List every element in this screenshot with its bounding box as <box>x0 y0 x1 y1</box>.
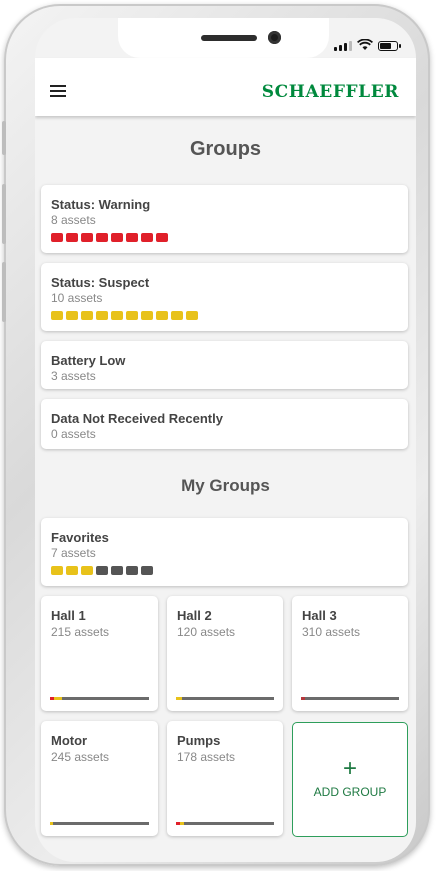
group-card-warning[interactable]: Status: Warning 8 assets <box>41 185 408 253</box>
tile-title: Motor <box>51 733 88 748</box>
suspect-asset-icons <box>51 311 198 320</box>
status-bar-indicator <box>50 697 149 700</box>
favorites-card[interactable]: Favorites 7 assets <box>41 518 408 586</box>
status-bar-indicator <box>50 822 149 825</box>
tile-asset-count: 178 assets <box>177 750 236 764</box>
asset-icon <box>111 566 123 575</box>
asset-icon <box>81 311 93 320</box>
asset-icon <box>141 566 153 575</box>
asset-icon <box>186 311 198 320</box>
group-card-suspect[interactable]: Status: Suspect 10 assets <box>41 263 408 331</box>
add-group-button[interactable]: + ADD GROUP <box>292 722 408 837</box>
group-asset-count: 3 assets <box>51 369 96 383</box>
app-bar: SCHAEFFLER <box>35 58 416 116</box>
menu-icon[interactable] <box>50 85 66 97</box>
brand-logo: SCHAEFFLER <box>261 82 399 102</box>
asset-icon <box>81 566 93 575</box>
group-tile-hall-1[interactable]: Hall 1 215 assets <box>41 596 158 711</box>
asset-icon <box>156 233 168 242</box>
asset-icon <box>96 233 108 242</box>
group-tile-hall-2[interactable]: Hall 2 120 assets <box>167 596 283 711</box>
asset-icon <box>51 311 63 320</box>
group-title: Status: Warning <box>51 197 151 212</box>
tile-asset-count: 120 assets <box>177 625 236 639</box>
asset-icon <box>66 311 78 320</box>
battery-icon <box>378 41 401 51</box>
group-asset-count: 7 assets <box>51 546 96 560</box>
asset-icon <box>156 311 168 320</box>
tile-asset-count: 310 assets <box>302 625 361 639</box>
volume-up-button <box>2 184 6 244</box>
plus-icon: + <box>342 755 357 782</box>
asset-icon <box>66 566 78 575</box>
favorite-asset-icons <box>51 566 153 575</box>
asset-icon <box>96 311 108 320</box>
asset-icon <box>141 233 153 242</box>
asset-icon <box>96 566 108 575</box>
tile-asset-count: 245 assets <box>51 750 110 764</box>
group-title: Status: Suspect <box>51 275 150 290</box>
group-tile-pumps[interactable]: Pumps 178 assets <box>167 721 283 836</box>
mute-switch <box>2 121 6 155</box>
asset-icon <box>141 311 153 320</box>
tile-title: Hall 1 <box>51 608 86 623</box>
tile-asset-count: 215 assets <box>51 625 110 639</box>
group-title: Battery Low <box>51 353 126 368</box>
group-asset-count: 10 assets <box>51 291 103 305</box>
group-asset-count: 8 assets <box>51 213 96 227</box>
group-card-data-not-received[interactable]: Data Not Received Recently 0 assets <box>41 399 408 449</box>
status-bar-indicator <box>176 697 274 700</box>
add-group-label: ADD GROUP <box>313 785 387 799</box>
my-groups-heading: My Groups <box>181 476 270 495</box>
group-card-battery-low[interactable]: Battery Low 3 assets <box>41 341 408 389</box>
status-bar-indicator <box>301 697 399 700</box>
group-title: Favorites <box>51 530 109 545</box>
notch <box>118 18 329 58</box>
tile-title: Pumps <box>177 733 221 748</box>
status-bar-indicator <box>176 822 274 825</box>
group-asset-count: 0 assets <box>51 427 96 441</box>
asset-icon <box>126 233 138 242</box>
asset-icon <box>51 233 63 242</box>
asset-icon <box>81 233 93 242</box>
asset-icon <box>111 233 123 242</box>
volume-down-button <box>2 262 6 322</box>
phone-frame: SCHAEFFLER Groups Status: Warning 8 asse… <box>2 4 430 866</box>
status-bar <box>334 39 401 51</box>
asset-icon <box>126 311 138 320</box>
screen: SCHAEFFLER Groups Status: Warning 8 asse… <box>35 18 416 862</box>
tile-title: Hall 2 <box>177 608 212 623</box>
group-tile-hall-3[interactable]: Hall 3 310 assets <box>292 596 408 711</box>
front-camera <box>268 31 281 44</box>
asset-icon <box>66 233 78 242</box>
wifi-icon <box>357 39 373 50</box>
asset-icon <box>111 311 123 320</box>
tile-title: Hall 3 <box>302 608 337 623</box>
groups-heading: Groups <box>189 138 262 160</box>
group-tile-motor[interactable]: Motor 245 assets <box>41 721 158 836</box>
asset-icon <box>51 566 63 575</box>
asset-icon <box>126 566 138 575</box>
group-title: Data Not Received Recently <box>51 411 223 426</box>
warning-asset-icons <box>51 233 168 242</box>
speaker-grille <box>201 35 257 41</box>
asset-icon <box>171 311 183 320</box>
signal-icon <box>334 41 352 51</box>
